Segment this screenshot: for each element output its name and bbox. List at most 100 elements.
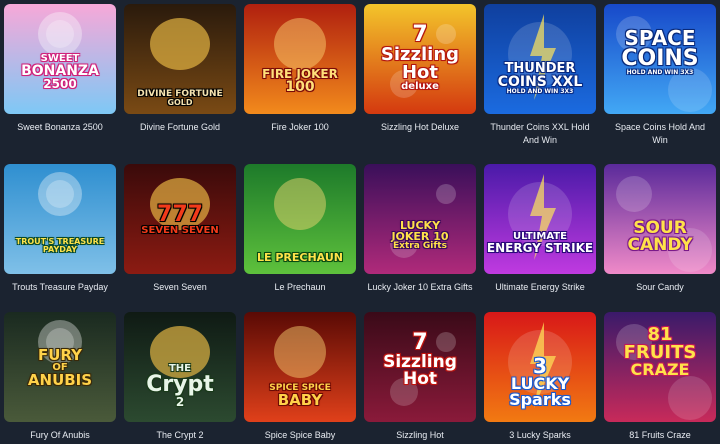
game-logo-line: 7	[412, 330, 428, 355]
game-logo: 7 Sizzling Hot deluxe	[364, 24, 476, 92]
game-thumbnail[interactable]: 7 Sizzling Hot deluxe	[364, 4, 476, 114]
game-logo: TROUT'S TREASURE PAYDAY	[4, 238, 116, 254]
game-card[interactable]: 7 Sizzling Hot Sizzling Hot	[364, 312, 476, 442]
game-logo-line: Hot	[402, 369, 438, 389]
game-title[interactable]: Lucky Joker 10 Extra Gifts	[364, 281, 476, 294]
game-thumbnail[interactable]: THUNDER COINS XXL HOLD AND WIN 3X3	[484, 4, 596, 114]
game-title[interactable]: Ultimate Energy Strike	[484, 281, 596, 294]
game-card[interactable]: THUNDER COINS XXL HOLD AND WIN 3X3 Thunder …	[484, 4, 596, 147]
game-logo-line: Extra Gifts	[393, 241, 447, 251]
game-card[interactable]: 777 SEVEN SEVEN Seven Seven	[124, 164, 236, 294]
game-logo-line: GOLD	[167, 98, 193, 107]
game-card[interactable]: SPICE SPICE BABY Spice Spice Baby	[244, 312, 356, 442]
game-logo-line: 100	[285, 79, 315, 95]
game-card[interactable]: SPACE COINS HOLD AND WIN 3X3 Space Coins Ho…	[604, 4, 716, 147]
game-thumbnail[interactable]: TROUT'S TREASURE PAYDAY	[4, 164, 116, 274]
joker-face-icon	[244, 4, 356, 114]
game-card[interactable]: SOUR CANDY Sour Candy	[604, 164, 716, 294]
game-title[interactable]: Fury Of Anubis	[4, 429, 116, 442]
game-thumbnail[interactable]: SOUR CANDY	[604, 164, 716, 274]
game-grid: SWEET BONANZA 2500 Sweet Bonanza 2500 DIVIN…	[0, 0, 720, 444]
game-title[interactable]: Trouts Treasure Payday	[4, 281, 116, 294]
game-thumbnail[interactable]: DIVINE FORTUNE GOLD	[124, 4, 236, 114]
game-logo-line: LE PRECHAUN	[257, 251, 343, 264]
game-title[interactable]: 81 Fruits Craze	[604, 429, 716, 442]
game-logo-line: 777	[157, 202, 203, 227]
game-card[interactable]: 81 FRUITS CRAZE 81 Fruits Craze	[604, 312, 716, 442]
game-thumbnail[interactable]: 81 FRUITS CRAZE	[604, 312, 716, 422]
game-logo-line: SEVEN SEVEN	[141, 225, 219, 236]
game-card[interactable]: FURY OF ANUBIS Fury Of Anubis	[4, 312, 116, 442]
game-title[interactable]: Sizzling Hot Deluxe	[364, 121, 476, 134]
game-thumbnail[interactable]: FIRE JOKER 100	[244, 4, 356, 114]
game-logo: SWEET BONANZA 2500	[4, 54, 116, 91]
game-card[interactable]: ULTIMATE ENERGY STRIKE Ultimate Energy Str…	[484, 164, 596, 294]
game-logo-line: ANUBIS	[27, 371, 93, 389]
game-thumbnail[interactable]: 7 Sizzling Hot	[364, 312, 476, 422]
game-logo-line: Crypt	[146, 372, 214, 397]
game-logo-line: ENERGY STRIKE	[486, 241, 594, 255]
game-title[interactable]: Sour Candy	[604, 281, 716, 294]
game-card[interactable]: 3 LUCKY Sparks 3 Lucky Sparks	[484, 312, 596, 442]
game-title[interactable]: Fire Joker 100	[244, 121, 356, 134]
game-logo-line: Sparks	[509, 390, 571, 409]
game-thumbnail[interactable]: ULTIMATE ENERGY STRIKE	[484, 164, 596, 274]
game-logo: LE PRECHAUN	[244, 252, 356, 263]
game-logo: SOUR CANDY	[604, 220, 716, 254]
game-logo-line: COINS	[621, 46, 699, 71]
game-logo-line: FURY	[37, 346, 83, 364]
game-logo: 3 LUCKY Sparks	[484, 356, 596, 408]
game-logo-line: PAYDAY	[42, 245, 78, 254]
game-logo-line: 2500	[43, 77, 77, 91]
game-thumbnail[interactable]: LE PRECHAUN	[244, 164, 356, 274]
game-title[interactable]: Le Prechaun	[244, 281, 356, 294]
game-card[interactable]: LUCKY JOKER 10 Extra Gifts Lucky Joker 10 E…	[364, 164, 476, 294]
game-title[interactable]: Sweet Bonanza 2500	[4, 121, 116, 134]
game-logo-line: 7	[412, 22, 428, 47]
fisherman-icon	[4, 164, 116, 274]
game-logo-line: SPACE	[624, 26, 696, 50]
game-logo: SPICE SPICE BABY	[244, 384, 356, 408]
game-logo: THE Crypt 2	[124, 364, 236, 409]
game-logo-line: 2	[175, 395, 185, 409]
game-title[interactable]: Spice Spice Baby	[244, 429, 356, 442]
game-thumbnail[interactable]: LUCKY JOKER 10 Extra Gifts	[364, 164, 476, 274]
game-logo-line: Hot	[401, 62, 439, 83]
game-thumbnail[interactable]: THE Crypt 2	[124, 312, 236, 422]
game-thumbnail[interactable]: 3 LUCKY Sparks	[484, 312, 596, 422]
game-card[interactable]: LE PRECHAUN Le Prechaun	[244, 164, 356, 294]
game-thumbnail[interactable]: SPICE SPICE BABY	[244, 312, 356, 422]
game-logo: LUCKY JOKER 10 Extra Gifts	[364, 220, 476, 251]
game-card[interactable]: TROUT'S TREASURE PAYDAY Trouts Treasure Pa…	[4, 164, 116, 294]
game-logo: SPACE COINS HOLD AND WIN 3X3	[604, 28, 716, 76]
game-logo: 7 Sizzling Hot	[364, 332, 476, 388]
game-card[interactable]: THE Crypt 2 The Crypt 2	[124, 312, 236, 442]
game-title[interactable]: 3 Lucky Sparks	[484, 429, 596, 442]
game-thumbnail[interactable]: 777 SEVEN SEVEN	[124, 164, 236, 274]
game-title[interactable]: Divine Fortune Gold	[124, 121, 236, 134]
game-card[interactable]: SWEET BONANZA 2500 Sweet Bonanza 2500	[4, 4, 116, 134]
game-card[interactable]: 7 Sizzling Hot deluxe Sizzling Hot Deluxe	[364, 4, 476, 134]
game-title[interactable]: Space Coins Hold And Win	[604, 121, 716, 147]
game-card[interactable]: DIVINE FORTUNE GOLD Divine Fortune Gold	[124, 4, 236, 134]
game-logo: ULTIMATE ENERGY STRIKE	[484, 232, 596, 255]
game-logo: FURY OF ANUBIS	[4, 348, 116, 388]
game-logo-line: deluxe	[401, 81, 439, 92]
game-title[interactable]: The Crypt 2	[124, 429, 236, 442]
game-thumbnail[interactable]: SWEET BONANZA 2500	[4, 4, 116, 114]
game-logo-line: COINS XXL	[497, 74, 583, 90]
game-thumbnail[interactable]: FURY OF ANUBIS	[4, 312, 116, 422]
game-title[interactable]: Seven Seven	[124, 281, 236, 294]
game-title[interactable]: Thunder Coins XXL Hold And Win	[484, 121, 596, 147]
game-logo-line: CANDY	[627, 235, 693, 255]
game-logo-line: BONANZA	[21, 63, 99, 79]
game-logo-line: 3	[533, 354, 547, 378]
game-logo: 777 SEVEN SEVEN	[124, 204, 236, 236]
game-logo: THUNDER COINS XXL HOLD AND WIN 3X3	[484, 62, 596, 95]
game-logo: 81 FRUITS CRAZE	[604, 326, 716, 378]
game-thumbnail[interactable]: SPACE COINS HOLD AND WIN 3X3	[604, 4, 716, 114]
game-logo: DIVINE FORTUNE GOLD	[124, 90, 236, 107]
game-title[interactable]: Sizzling Hot	[364, 429, 476, 442]
energy-orb-icon	[484, 164, 596, 274]
game-card[interactable]: FIRE JOKER 100 Fire Joker 100	[244, 4, 356, 134]
